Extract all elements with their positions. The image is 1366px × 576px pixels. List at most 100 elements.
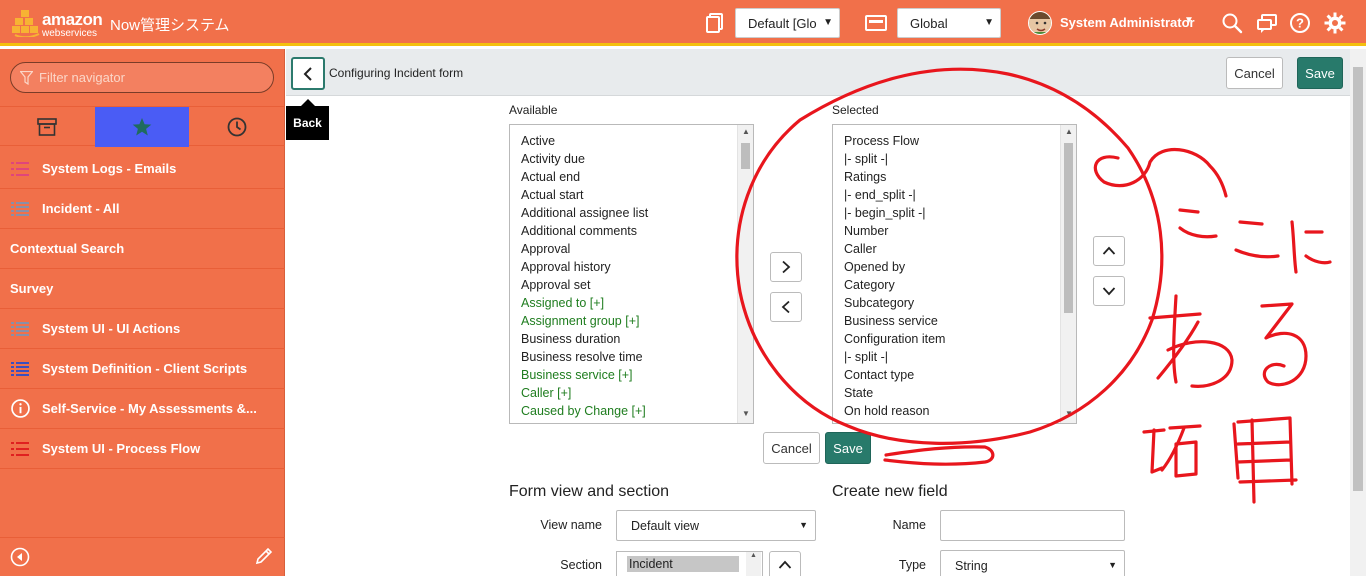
logo-wordmark: amazon [42,10,103,29]
scrollbar-thumb[interactable] [741,143,750,169]
gear-icon[interactable] [1324,12,1346,34]
star-icon [132,118,152,136]
chevron-down-icon: ▼ [1108,560,1117,570]
available-field-option[interactable]: Additional assignee list [521,204,753,222]
selected-field-option[interactable]: Configuration item [844,330,1076,348]
page-scrollbar-thumb[interactable] [1353,67,1363,491]
available-field-option[interactable]: Assigned to [+] [521,294,753,312]
slushbucket-save-button[interactable]: Save [825,432,871,464]
available-field-option[interactable]: Caller [+] [521,384,753,402]
selected-field-option[interactable]: |- split -| [844,150,1076,168]
section-option-selected[interactable]: Incident [627,556,739,572]
selected-field-option[interactable]: |- split -| [844,348,1076,366]
scroll-up-arrow-icon[interactable]: ▲ [738,127,753,136]
move-down-button[interactable] [1093,276,1125,306]
chevron-up-icon [778,560,792,569]
page-scrollbar[interactable] [1350,49,1366,576]
collapse-navigator-icon[interactable] [10,547,30,567]
section-move-up-button[interactable] [769,551,801,576]
available-field-option[interactable]: Approval history [521,258,753,276]
slushbucket-cancel-button[interactable]: Cancel [763,432,820,464]
section-scrollbar[interactable]: ▲ [746,552,761,576]
selected-field-option[interactable]: Process Flow [844,132,1076,150]
move-up-button[interactable] [1093,236,1125,266]
selected-field-option[interactable]: State [844,384,1076,402]
app-title: Now管理システム [110,17,230,34]
update-set-icon[interactable] [704,12,726,34]
available-field-option[interactable]: Approval set [521,276,753,294]
sidebar-item-incident-all[interactable]: Incident - All [0,189,285,229]
header-save-button[interactable]: Save [1297,57,1343,89]
edit-pencil-icon[interactable] [254,546,274,566]
available-field-option[interactable]: Business resolve time [521,348,753,366]
section-list[interactable]: Incident ▲ [616,551,763,576]
selected-field-option[interactable]: Business service [844,312,1076,330]
list-icon [11,202,29,216]
application-scope-select[interactable]: Global ▼ [897,8,1001,38]
selected-scrollbar[interactable]: ▲ ▼ [1060,125,1076,423]
chevron-down-icon[interactable]: ▼ [1184,15,1194,26]
chevron-down-icon [1102,287,1116,296]
tab-all-applications[interactable] [0,107,94,147]
tab-history[interactable] [190,107,284,147]
available-field-option[interactable]: Caused by Change [+] [521,402,753,420]
available-field-option[interactable]: Activity due [521,150,753,168]
available-field-option[interactable]: Business service [+] [521,366,753,384]
selected-field-option[interactable]: On hold reason [844,402,1076,420]
selected-field-option[interactable]: Caller [844,240,1076,258]
help-icon[interactable]: ? [1289,12,1311,34]
scroll-up-arrow-icon[interactable]: ▲ [1061,127,1076,136]
selected-field-option[interactable]: Opened by [844,258,1076,276]
selected-fields-list[interactable]: Process Flow |- split -| Ratings |- end_spl… [832,124,1077,424]
available-field-option[interactable]: Active [521,132,753,150]
connect-chat-icon[interactable] [1256,12,1278,34]
available-field-option[interactable]: Additional comments [521,222,753,240]
aws-logo[interactable]: amazon webservices [12,7,103,43]
filter-navigator-input[interactable]: Filter navigator [10,62,274,93]
section-label: Section [560,558,602,572]
selected-field-option[interactable]: Contact type [844,366,1076,384]
sidebar-item-ui-actions[interactable]: System UI - UI Actions [0,309,285,349]
available-scrollbar[interactable]: ▲ ▼ [737,125,753,423]
selected-field-option[interactable]: Category [844,276,1076,294]
available-field-option[interactable]: Actual end [521,168,753,186]
view-name-select[interactable]: Default view ▼ [616,510,816,541]
scrollbar-thumb[interactable] [1064,143,1073,313]
selected-field-option[interactable]: |- end_split -| [844,186,1076,204]
sidebar-item-client-scripts[interactable]: System Definition - Client Scripts [0,349,285,389]
remove-from-selected-button[interactable] [770,292,802,322]
sidebar-item-contextual-search[interactable]: Contextual Search [0,229,285,269]
sidebar-item-my-assessments[interactable]: Self-Service - My Assessments &... [0,389,285,429]
new-field-name-input[interactable] [940,510,1125,541]
selected-field-option[interactable]: Subcategory [844,294,1076,312]
available-field-option[interactable]: Assignment group [+] [521,312,753,330]
add-to-selected-button[interactable] [770,252,802,282]
logo-cubes-icon [12,10,40,37]
available-field-option[interactable]: Business duration [521,330,753,348]
sidebar-item-survey[interactable]: Survey [0,269,285,309]
new-field-type-select[interactable]: String ▼ [940,550,1125,576]
page-title: Configuring Incident form [329,66,464,80]
available-field-option[interactable]: Approval [521,240,753,258]
update-set-select[interactable]: Default [Glo ▼ [735,8,840,38]
scroll-down-arrow-icon[interactable]: ▼ [738,409,753,418]
selected-field-option[interactable]: Ratings [844,168,1076,186]
selected-field-option[interactable]: |- begin_split -| [844,204,1076,222]
user-avatar[interactable] [1028,11,1052,35]
list-icon [11,322,29,336]
sidebar-item-label: Self-Service - My Assessments &... [42,401,257,416]
search-icon[interactable] [1221,12,1243,34]
sidebar-item-process-flow[interactable]: System UI - Process Flow [0,429,285,469]
header-cancel-button[interactable]: Cancel [1226,57,1283,89]
user-menu[interactable]: System Administrator [1060,15,1195,30]
update-set-value: Default [Glo [748,16,817,31]
available-field-option[interactable]: Actual start [521,186,753,204]
selected-field-option[interactable]: Number [844,222,1076,240]
back-button[interactable] [291,57,325,90]
sidebar-item-system-logs-emails[interactable]: System Logs - Emails [0,149,285,189]
tab-favorites[interactable] [95,107,189,147]
scroll-down-arrow-icon[interactable]: ▼ [1061,409,1076,418]
available-fields-list[interactable]: Active Activity due Actual end Actual start… [509,124,754,424]
application-scope-icon[interactable] [864,12,888,34]
scroll-up-arrow-icon[interactable]: ▲ [746,552,761,559]
